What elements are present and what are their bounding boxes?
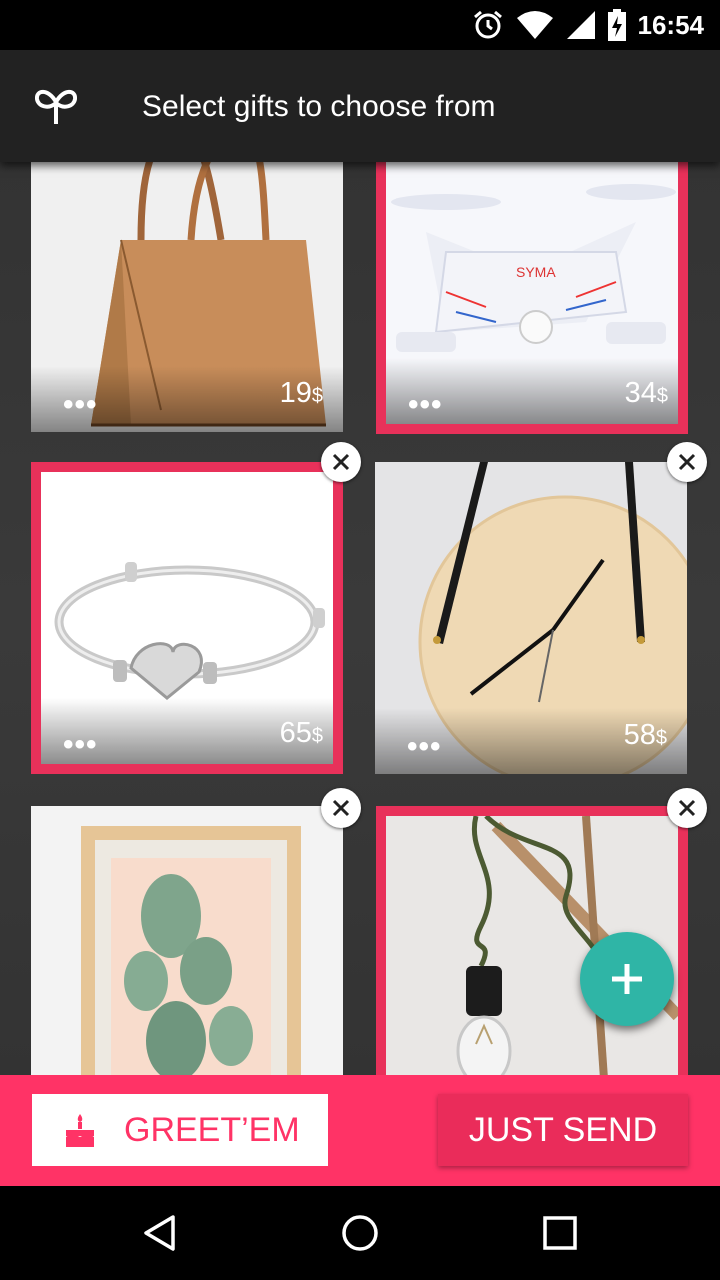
action-bar: GREET’EM JUST SEND <box>0 1075 720 1186</box>
gift-price: 19$ <box>279 377 323 409</box>
just-send-button[interactable]: JUST SEND <box>438 1094 688 1166</box>
svg-text:SYMA: SYMA <box>516 264 556 280</box>
close-icon <box>332 453 350 471</box>
gift-image-cactus-print <box>31 806 343 1075</box>
gift-card-wall-clock[interactable]: ••• 58$ <box>375 462 687 774</box>
greet-button[interactable]: GREET’EM <box>32 1094 328 1166</box>
battery-charging-icon <box>607 9 626 41</box>
remove-gift-button[interactable] <box>321 788 361 828</box>
gift-price: 65$ <box>279 717 323 749</box>
just-send-label: JUST SEND <box>468 1110 658 1149</box>
wifi-icon <box>516 11 553 39</box>
heart-gift-icon[interactable] <box>34 86 78 126</box>
more-options-icon[interactable]: ••• <box>408 390 443 420</box>
signal-icon <box>566 11 595 39</box>
remove-gift-button[interactable] <box>321 442 361 482</box>
home-icon[interactable] <box>340 1213 380 1253</box>
more-options-icon[interactable]: ••• <box>63 390 98 420</box>
remove-gift-button[interactable] <box>667 442 707 482</box>
gift-card-cactus-print[interactable] <box>31 806 343 1075</box>
gift-price: 34$ <box>624 377 668 409</box>
page-title: Select gifts to choose from <box>142 90 496 123</box>
more-options-icon[interactable]: ••• <box>407 732 442 762</box>
app-bar: Select gifts to choose from <box>0 50 720 162</box>
clock-time: 16:54 <box>637 9 705 40</box>
remove-gift-button[interactable] <box>667 788 707 828</box>
cake-icon <box>66 1114 94 1147</box>
gift-price: 58$ <box>623 719 667 751</box>
greet-label: GREET’EM <box>124 1110 300 1149</box>
gift-card-bracelet[interactable]: ••• 65$ <box>31 462 343 774</box>
back-icon[interactable] <box>140 1213 180 1253</box>
gift-card-drone[interactable]: SYMA ••• 34$ <box>376 162 688 434</box>
recents-icon[interactable] <box>540 1213 580 1253</box>
add-gift-button[interactable] <box>580 932 674 1026</box>
plus-icon <box>612 964 642 994</box>
more-options-icon[interactable]: ••• <box>63 730 98 760</box>
close-icon <box>678 799 696 817</box>
close-icon <box>332 799 350 817</box>
alarm-icon <box>473 10 502 39</box>
gift-card-tote-bag[interactable]: ••• 19$ <box>31 162 343 432</box>
status-bar: 16:54 <box>0 0 720 50</box>
navigation-bar <box>0 1186 720 1280</box>
close-icon <box>678 453 696 471</box>
